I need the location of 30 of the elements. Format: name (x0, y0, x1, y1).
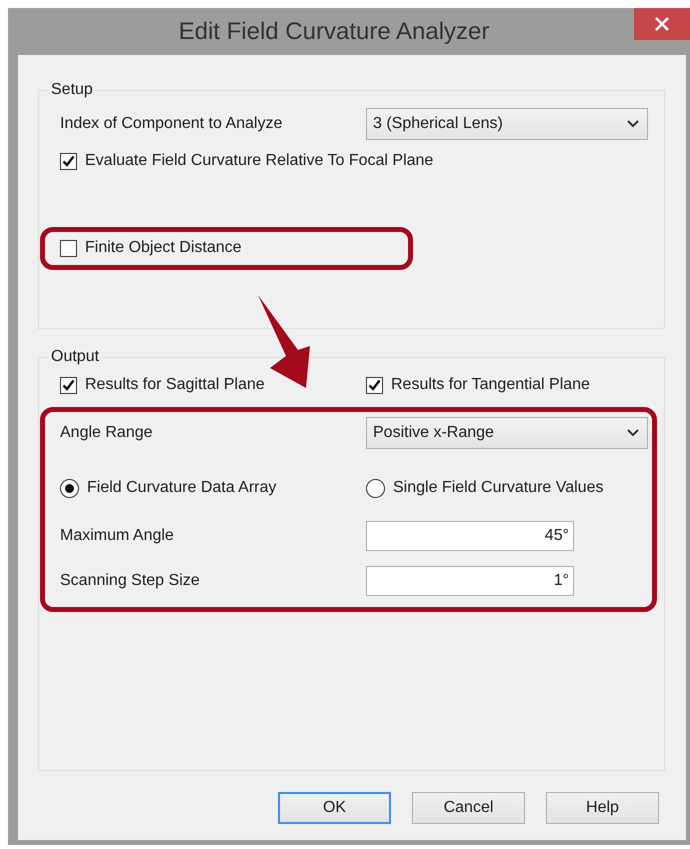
checkbox-label: Finite Object Distance (85, 239, 242, 257)
field-label: Scanning Step Size (60, 572, 201, 590)
checkbox-label: Results for Sagittal Plane (85, 376, 265, 394)
radio-button[interactable] (366, 478, 385, 498)
radio-label: Field Curvature Data Array (87, 479, 276, 497)
radio-button[interactable] (60, 478, 79, 498)
dialog-button[interactable]: OK (278, 792, 391, 824)
dialog-button[interactable]: Help (546, 792, 659, 824)
group-title: Output (48, 347, 102, 367)
input-field[interactable]: 1° (366, 566, 574, 596)
close-icon (655, 17, 669, 31)
checkbox[interactable] (60, 240, 77, 256)
field-label: Angle Range (60, 424, 154, 442)
checkbox[interactable] (366, 376, 383, 394)
checkbox[interactable] (60, 152, 77, 170)
checkbox-label: Results for Tangential Plane (391, 376, 590, 394)
close-button[interactable] (634, 8, 690, 40)
field-label: Maximum Angle (60, 527, 175, 545)
group-title: Setup (48, 80, 96, 100)
dropdown[interactable]: Positive x-Range (366, 417, 648, 449)
dropdown[interactable]: 3 (Spherical Lens) (366, 108, 648, 140)
chevron-icon (627, 429, 639, 437)
chevron-icon (627, 120, 639, 128)
field-label: Index of Component to Analyze (60, 115, 284, 133)
radio-label: Single Field Curvature Values (393, 479, 604, 497)
dialog-button[interactable]: Cancel (412, 792, 525, 824)
window-title: Edit Field Curvature Analyzer (178, 18, 490, 46)
checkbox-label: Evaluate Field Curvature Relative To Focal Plane (85, 152, 434, 170)
input-field[interactable]: 45° (366, 521, 574, 551)
checkbox[interactable] (60, 376, 77, 394)
